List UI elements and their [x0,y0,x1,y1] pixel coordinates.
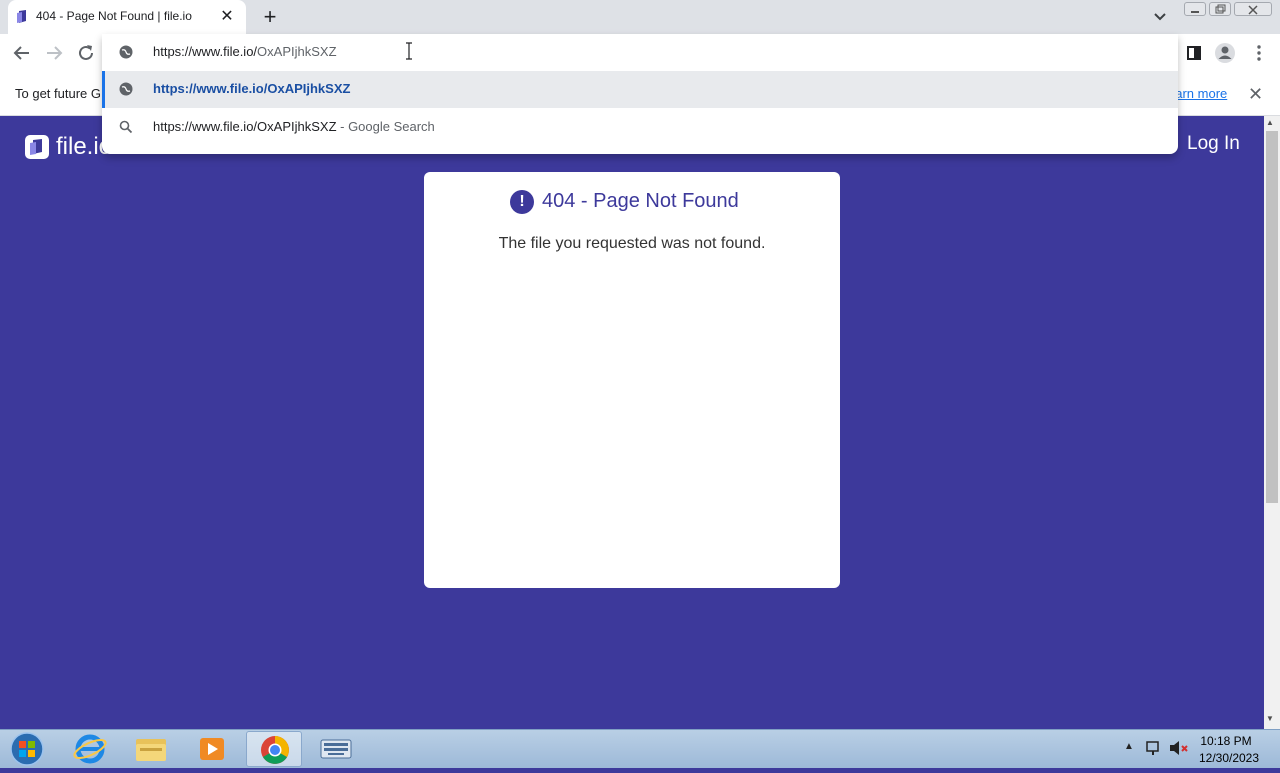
text-cursor-icon [406,42,412,60]
suggestion-query: https://www.file.io/OxAPIjhkSXZ [153,119,337,134]
suggestion-search-label: - Google Search [336,119,435,134]
globe-icon [119,82,133,96]
back-arrow-icon[interactable] [10,42,34,64]
media-player-icon[interactable] [184,731,240,767]
address-bar-input[interactable]: https://www.file.io/OxAPIjhkSXZ [153,44,337,59]
tab-close-button[interactable]: ✕ [218,8,236,26]
scroll-up-arrow-icon[interactable]: ▲ [1266,118,1274,127]
login-link[interactable]: Log In [1187,133,1240,155]
file-io-favicon-icon [17,10,26,23]
internet-explorer-icon[interactable] [62,731,118,767]
minimize-button[interactable] [1184,2,1206,16]
keyboard-app-icon[interactable] [308,731,364,767]
infobar-close-button[interactable]: ✕ [1248,84,1263,105]
address-prefix: https://www.file.io/ [153,44,258,59]
file-io-logo-icon [25,135,49,159]
volume-muted-icon[interactable] [1168,739,1190,757]
clock-date[interactable]: 12/30/2023 [1196,751,1262,765]
globe-icon [119,45,133,59]
minimize-icon [1191,11,1199,13]
file-explorer-icon[interactable] [123,731,179,767]
error-message: The file you requested was not found. [498,235,766,252]
close-icon [1248,5,1258,15]
profile-avatar-icon[interactable] [1213,42,1237,64]
start-orb[interactable] [8,731,46,767]
address-path: OxAPIjhkSXZ [257,44,337,59]
new-tab-button[interactable]: + [258,6,282,30]
side-panel-icon[interactable] [1182,42,1206,64]
reload-icon[interactable] [74,42,98,64]
file-io-logo[interactable]: file.io [24,133,112,161]
search-icon [119,120,133,134]
restore-icon [1215,4,1226,14]
infobar-message: To get future G [15,86,101,101]
suggestion-google-search[interactable]: https://www.file.io/OxAPIjhkSXZ - Google… [153,119,435,134]
restore-button[interactable] [1209,2,1231,16]
tab-search-chevron-icon[interactable] [1150,8,1170,26]
menu-kebab-icon[interactable] [1247,42,1271,64]
scroll-down-arrow-icon[interactable]: ▼ [1266,714,1274,723]
tab-title: 404 - Page Not Found | file.io [36,9,192,23]
network-tray-icon[interactable] [1144,739,1164,757]
suggestion-url-text: https://www.file.io/OxAPIjhkSXZ [153,81,351,96]
tray-expand-icon[interactable]: ▲ [1124,741,1134,752]
chrome-icon [261,736,289,764]
error-title: 404 - Page Not Found [542,190,739,212]
forward-arrow-icon[interactable] [42,42,66,64]
exclamation-icon: ! [510,190,534,214]
clock-time[interactable]: 10:18 PM [1196,734,1256,748]
window-close-button[interactable] [1234,2,1272,16]
chrome-taskbar-button[interactable] [246,731,302,767]
scrollbar-thumb[interactable] [1266,131,1278,503]
